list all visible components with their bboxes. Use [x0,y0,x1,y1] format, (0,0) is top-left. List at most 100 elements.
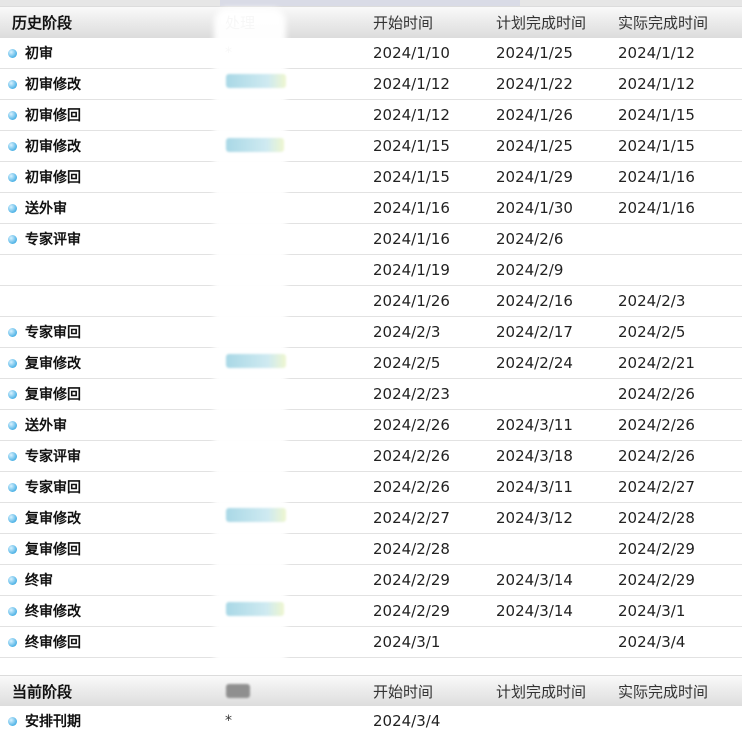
stage-cell: 专家审回 [8,317,81,347]
table-row[interactable]: 专家审回 2024/2/3 2024/2/17 2024/2/5 [0,317,742,348]
plan-date-cell: 2024/2/9 [496,261,564,279]
stage-cell: 终审 [8,565,53,595]
stage-cell: 初审 [8,38,53,68]
actual-date-cell: 2024/2/26 [618,385,695,403]
table-row[interactable]: 复审修改 2024/2/27 2024/3/12 2024/2/28 [0,503,742,534]
start-date-cell: 2024/3/4 [373,712,441,730]
actual-date-cell: 2024/2/26 [618,416,695,434]
stage-cell: 送外审 [8,193,67,223]
current-header: 当前阶段 开始时间 计划完成时间 实际完成时间 [0,675,742,708]
stage-cell: 终审修回 [8,627,81,657]
stage-wrap: 初审修改 [8,74,81,94]
actual-date-cell: 2024/2/5 [618,323,686,341]
table-row[interactable]: 2024/1/26 2024/2/16 2024/2/3 [0,286,742,317]
actual-date-cell: 2024/2/21 [618,354,695,372]
actual-date-cell: 2024/1/15 [618,137,695,155]
table-row[interactable]: 终审修改 2024/2/29 2024/3/14 2024/3/1 [0,596,742,627]
table-row[interactable]: 复审修回 2024/2/23 2024/2/26 [0,379,742,410]
start-date-cell: 2024/2/28 [373,540,450,558]
table-row[interactable]: 专家评审 2024/1/16 2024/2/6 [0,224,742,255]
stage-bullet-icon [8,544,17,554]
redaction-block [226,354,286,368]
plan-date-cell: 2024/3/18 [496,447,573,465]
actual-date-cell: 2024/1/12 [618,75,695,93]
stage-wrap: 安排刊期 [8,711,81,731]
stage-label: 终审修改 [25,604,81,620]
stage-cell: 专家评审 [8,441,81,471]
start-date-cell: 2024/1/19 [373,261,450,279]
stage-wrap: 初审 [8,43,53,63]
plan-date-cell: 2024/3/11 [496,416,573,434]
actual-date-cell: 2024/2/26 [618,447,695,465]
table-row[interactable]: 终审修回 2024/3/1 2024/3/4 [0,627,742,658]
current-actual-header: 实际完成时间 [618,683,709,701]
stage-label: 送外审 [25,201,67,217]
stage-bullet-icon [8,389,17,399]
table-row[interactable]: 2024/1/19 2024/2/9 [0,255,742,286]
stage-cell: 送外审 [8,410,67,440]
history-actual-header: 实际完成时间 [618,14,709,32]
stage-cell: 复审修回 [8,379,81,409]
stage-cell: 复审修回 [8,534,81,564]
start-date-cell: 2024/1/12 [373,106,450,124]
table-row[interactable]: 安排刊期 * 2024/3/4 [0,706,742,734]
stage-label: 初审修回 [25,108,81,124]
table-row[interactable]: 初审修回 2024/1/12 2024/1/26 2024/1/15 [0,100,742,131]
stage-wrap: 专家审回 [8,477,81,497]
table-row[interactable]: 复审修改 2024/2/5 2024/2/24 2024/2/21 [0,348,742,379]
start-date-cell: 2024/1/10 [373,44,450,62]
start-date-cell: 2024/2/29 [373,571,450,589]
stage-wrap: 终审 [8,570,53,590]
start-date-cell: 2024/2/27 [373,509,450,527]
start-date-cell: 2024/1/16 [373,199,450,217]
stage-wrap: 复审修回 [8,384,81,404]
table-row[interactable]: 专家审回 2024/2/26 2024/3/11 2024/2/27 [0,472,742,503]
stage-wrap: 专家评审 [8,446,81,466]
stage-wrap: 复审修回 [8,539,81,559]
start-date-cell: 2024/1/16 [373,230,450,248]
table-row[interactable]: 终审 2024/2/29 2024/3/14 2024/2/29 [0,565,742,596]
table-row[interactable]: 送外审 2024/1/16 2024/1/30 2024/1/16 [0,193,742,224]
stage-wrap: 初审修回 [8,167,81,187]
table-row[interactable]: 初审 * 2024/1/10 2024/1/25 2024/1/12 [0,38,742,69]
stage-label: 复审修改 [25,511,81,527]
table-row[interactable]: 初审修改 2024/1/15 2024/1/25 2024/1/15 [0,131,742,162]
stage-label: 复审修改 [25,356,81,372]
table-row[interactable]: 初审修回 2024/1/15 2024/1/29 2024/1/16 [0,162,742,193]
table-row[interactable]: 送外审 2024/2/26 2024/3/11 2024/2/26 [0,410,742,441]
stage-bullet-icon [8,606,17,616]
stage-bullet-icon [8,716,17,726]
table-row[interactable]: 专家评审 2024/2/26 2024/3/18 2024/2/26 [0,441,742,472]
history-handler-header: 处理 [225,14,256,32]
plan-date-cell: 2024/3/14 [496,602,573,620]
stage-wrap: 送外审 [8,198,67,218]
actual-date-cell: 2024/2/29 [618,540,695,558]
redaction-block [226,508,286,522]
table-row[interactable]: 初审修改 2024/1/12 2024/1/22 2024/1/12 [0,69,742,100]
stage-bullet-icon [8,141,17,151]
stage-wrap: 终审修改 [8,601,81,621]
plan-date-cell: 2024/1/29 [496,168,573,186]
stage-cell: 初审修回 [8,162,81,192]
handler-cell: * [225,45,232,61]
stage-bullet-icon [8,513,17,523]
current-plan-header: 计划完成时间 [496,683,587,701]
stage-bullet-icon [8,637,17,647]
stage-cell: 复审修改 [8,503,81,533]
table-row[interactable]: 复审修回 2024/2/28 2024/2/29 [0,534,742,565]
stage-label: 初审修改 [25,139,81,155]
stage-bullet-icon [8,234,17,244]
stage-label: 专家评审 [25,232,81,248]
plan-date-cell: 2024/3/11 [496,478,573,496]
history-stage-header: 历史阶段 [12,14,73,32]
stage-label: 复审修回 [25,542,81,558]
stage-wrap: 终审修回 [8,632,81,652]
actual-date-cell: 2024/2/29 [618,571,695,589]
stage-label: 送外审 [25,418,67,434]
plan-date-cell: 2024/1/22 [496,75,573,93]
start-date-cell: 2024/2/3 [373,323,441,341]
stage-wrap: 初审修回 [8,105,81,125]
stage-cell: 终审修改 [8,596,81,626]
stage-wrap: 专家评审 [8,229,81,249]
stage-wrap: 送外审 [8,415,67,435]
